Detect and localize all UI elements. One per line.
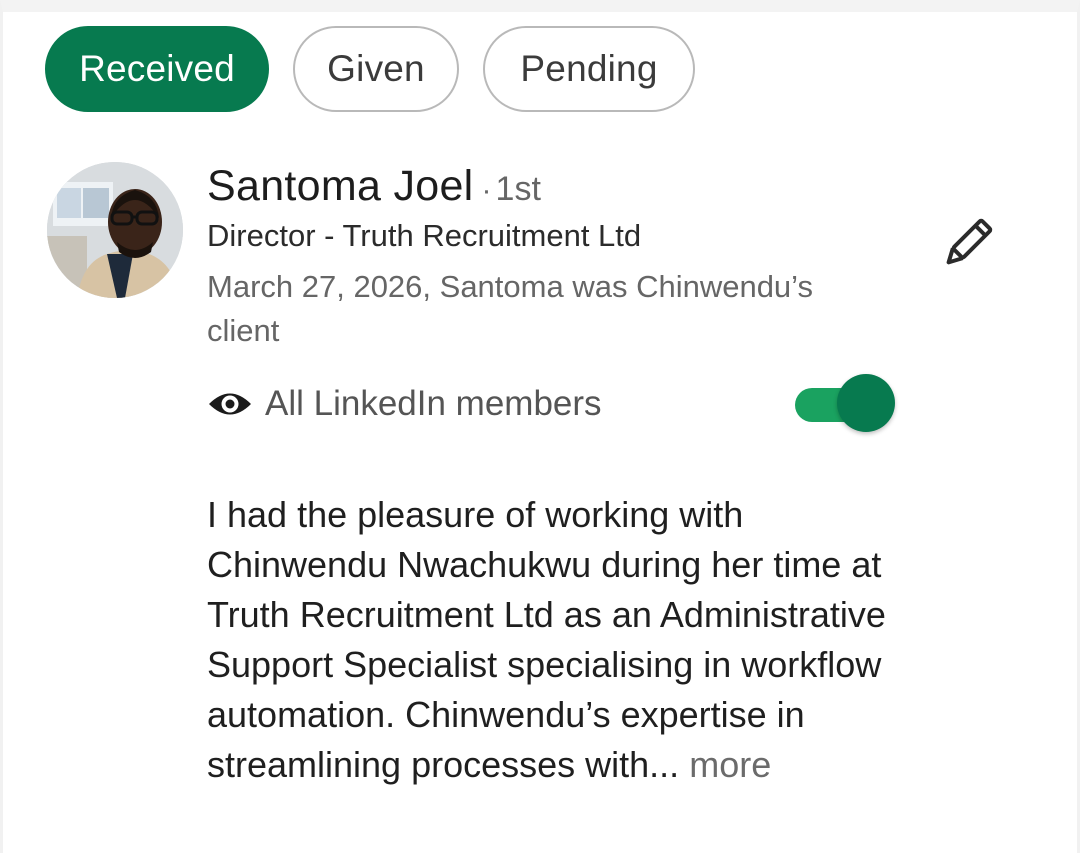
recommendation-tabs: Received Given Pending <box>45 26 695 112</box>
avatar-photo <box>47 162 183 298</box>
recommendation-meta: March 27, 2026, Santoma was Chinwendu’s … <box>207 269 813 348</box>
recommendation-body: I had the pleasure of working with Chinw… <box>207 494 886 785</box>
recommender-headline: Director - Truth Recruitment Ltd <box>207 218 642 253</box>
more-link[interactable]: more <box>689 744 771 785</box>
eye-icon <box>209 393 251 415</box>
toggle-knob <box>837 374 895 432</box>
tab-received[interactable]: Received <box>45 26 269 112</box>
visibility-label: All LinkedIn members <box>265 384 602 423</box>
tab-pending[interactable]: Pending <box>483 26 695 112</box>
avatar[interactable] <box>47 162 183 298</box>
recommender-header: Santoma Joel · 1st <box>207 162 541 211</box>
separator-dot: · <box>481 174 492 207</box>
connection-degree: 1st <box>495 170 541 208</box>
tab-given[interactable]: Given <box>293 26 459 112</box>
pencil-icon <box>946 218 993 265</box>
visibility-toggle[interactable] <box>793 374 897 434</box>
recommendations-screen: Received Given Pending Santoma Joel · 1s… <box>0 0 1080 853</box>
recommendation-text: I had the pleasure of working with Chinw… <box>207 490 887 790</box>
edit-button[interactable] <box>931 208 1003 280</box>
visibility-row: All LinkedIn members <box>207 384 602 424</box>
recommender-name[interactable]: Santoma Joel <box>207 162 474 211</box>
